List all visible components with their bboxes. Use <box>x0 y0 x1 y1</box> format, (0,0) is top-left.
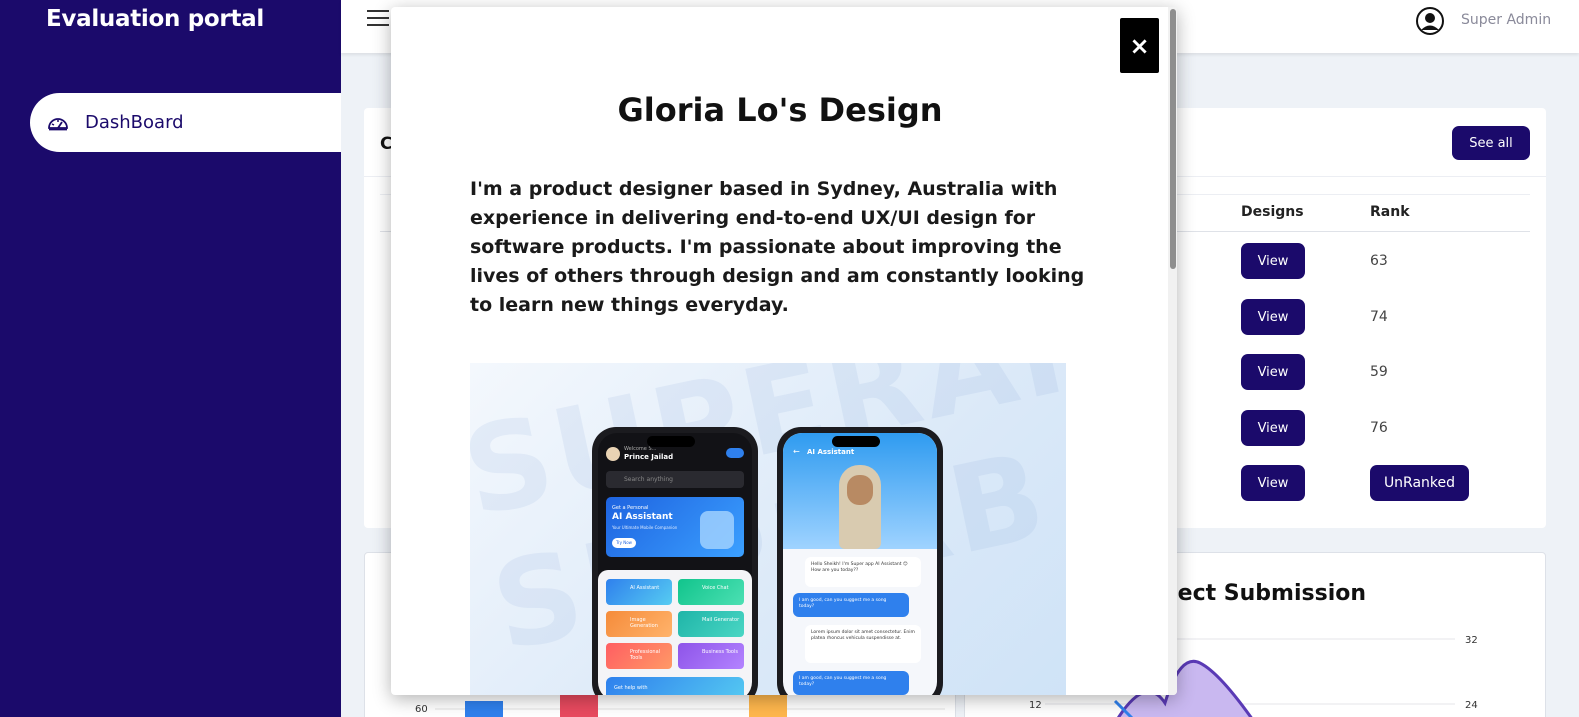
sidebar-item-dashboard[interactable]: DashBoard <box>30 93 341 152</box>
sidebar: Evaluation portal DashBoard <box>0 0 341 717</box>
user-name[interactable]: Super Admin <box>1461 12 1551 28</box>
brand-title: Evaluation portal <box>46 6 264 32</box>
y-tick-label: 24 <box>1465 700 1478 711</box>
phone-mockup-chat: ← AI Assistant Hello Sheikh! I'm Super a… <box>777 427 943 695</box>
view-design-button[interactable]: View <box>1241 243 1305 279</box>
menu-icon[interactable] <box>367 10 389 28</box>
column-header-rank: Rank <box>1370 204 1410 220</box>
see-all-button[interactable]: See all <box>1452 126 1530 160</box>
bar <box>560 693 598 717</box>
rank-value: 74 <box>1370 309 1388 325</box>
unranked-badge[interactable]: UnRanked <box>1370 465 1469 501</box>
designer-bio: I'm a product designer based in Sydney, … <box>470 178 1085 316</box>
bar <box>749 693 787 717</box>
view-design-button[interactable]: View <box>1241 465 1305 501</box>
sidebar-item-label: DashBoard <box>85 112 184 133</box>
modal-title: Gloria Lo's Design <box>617 91 943 129</box>
y-tick-label: 32 <box>1465 635 1478 646</box>
view-design-button[interactable]: View <box>1241 299 1305 335</box>
view-design-button[interactable]: View <box>1241 354 1305 390</box>
user-avatar-icon[interactable] <box>1415 6 1445 36</box>
y-tick-label: 60 <box>415 704 428 715</box>
rank-value: 76 <box>1370 420 1388 436</box>
rank-value: 63 <box>1370 253 1388 269</box>
scroll-thumb[interactable] <box>1170 9 1176 269</box>
dashboard-icon <box>47 114 69 132</box>
view-design-button[interactable]: View <box>1241 410 1305 446</box>
bar <box>465 701 503 717</box>
phone-mockup-home: Welcome S... Prince Jailad Search anythi… <box>592 427 758 695</box>
design-modal: × Gloria Lo's Design I'm a product desig… <box>391 7 1177 695</box>
column-header-designs: Designs <box>1241 204 1304 220</box>
modal-scrollbar[interactable] <box>1168 7 1177 695</box>
rank-value: 59 <box>1370 364 1388 380</box>
close-button[interactable]: × <box>1120 18 1159 73</box>
y-tick-label: 12 <box>1029 700 1042 711</box>
design-preview-image: SUPERAI SUPERB Welcome S... Prince Jaila… <box>470 363 1066 695</box>
